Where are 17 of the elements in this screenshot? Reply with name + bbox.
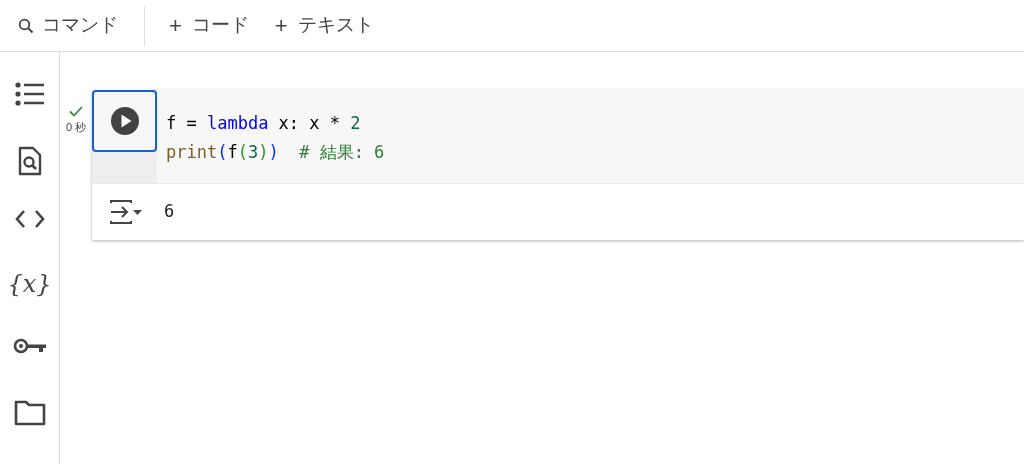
- output-toggle-icon[interactable]: [109, 200, 143, 224]
- play-icon: [109, 106, 140, 136]
- add-cell-button[interactable]: + コード: [169, 5, 249, 46]
- search-icon: [18, 17, 34, 34]
- execution-time: 0 秒: [65, 120, 87, 135]
- code-icon[interactable]: [14, 209, 45, 230]
- document-search-icon[interactable]: [17, 145, 42, 176]
- code-line: f = lambda x: x * 2: [166, 112, 361, 135]
- output-text: 6: [164, 200, 175, 224]
- key-icon[interactable]: [12, 336, 47, 355]
- list-icon[interactable]: [14, 82, 45, 106]
- command-search-button[interactable]: コマンド: [18, 5, 144, 46]
- add-cell-button[interactable]: + テキスト: [274, 5, 374, 46]
- code-line: print(f(3)) # 結果: 6: [166, 141, 385, 164]
- run-button[interactable]: [92, 90, 157, 152]
- folder-icon[interactable]: [13, 400, 46, 427]
- variables-icon[interactable]: {x}: [7, 269, 52, 299]
